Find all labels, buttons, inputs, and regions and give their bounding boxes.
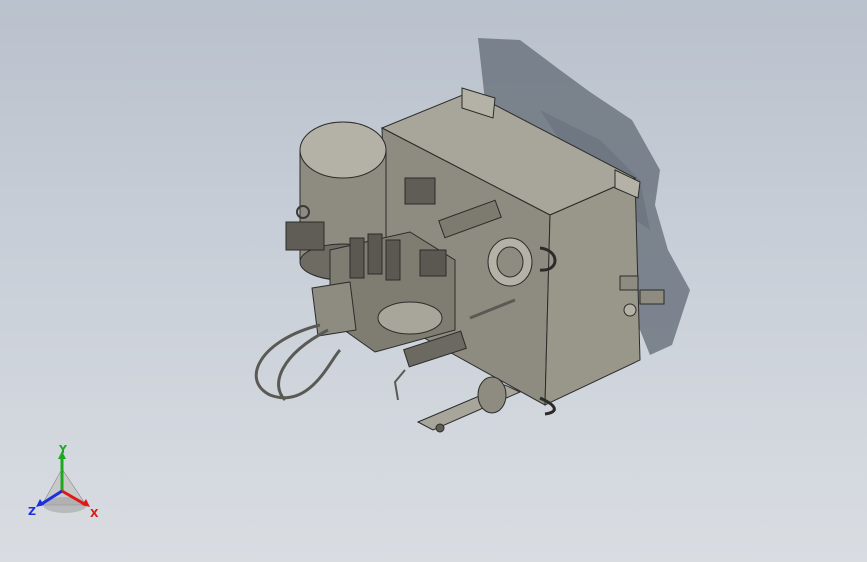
valve-manifold[interactable] xyxy=(311,231,467,368)
enclosure-side xyxy=(544,177,641,406)
mounting-hole xyxy=(435,423,445,433)
fitting-2 xyxy=(639,289,665,305)
gauge-dial xyxy=(496,246,524,278)
valve-4 xyxy=(419,249,447,277)
valve-2 xyxy=(367,233,383,275)
motor-junction-box xyxy=(285,221,325,251)
hose-1 xyxy=(254,323,342,400)
z-axis-label: Z xyxy=(28,505,36,518)
filter-ring xyxy=(377,301,443,335)
fitting-1 xyxy=(619,275,639,291)
hose-2 xyxy=(277,328,329,402)
valve-3 xyxy=(385,239,401,281)
x-axis-label: X xyxy=(90,507,99,520)
fitting-3 xyxy=(623,303,637,317)
pipe-2 xyxy=(393,369,406,401)
graphics-viewport[interactable]: Y X Z xyxy=(0,0,867,562)
valve-1 xyxy=(349,237,365,279)
pump-housing xyxy=(311,281,357,337)
orientation-triad[interactable]: Y X Z xyxy=(20,445,110,525)
motor-cap xyxy=(299,121,387,179)
y-axis-label: Y xyxy=(58,445,68,456)
terminal-box xyxy=(404,177,436,205)
cad-model-view[interactable] xyxy=(0,0,867,562)
filter-canister xyxy=(477,376,507,414)
